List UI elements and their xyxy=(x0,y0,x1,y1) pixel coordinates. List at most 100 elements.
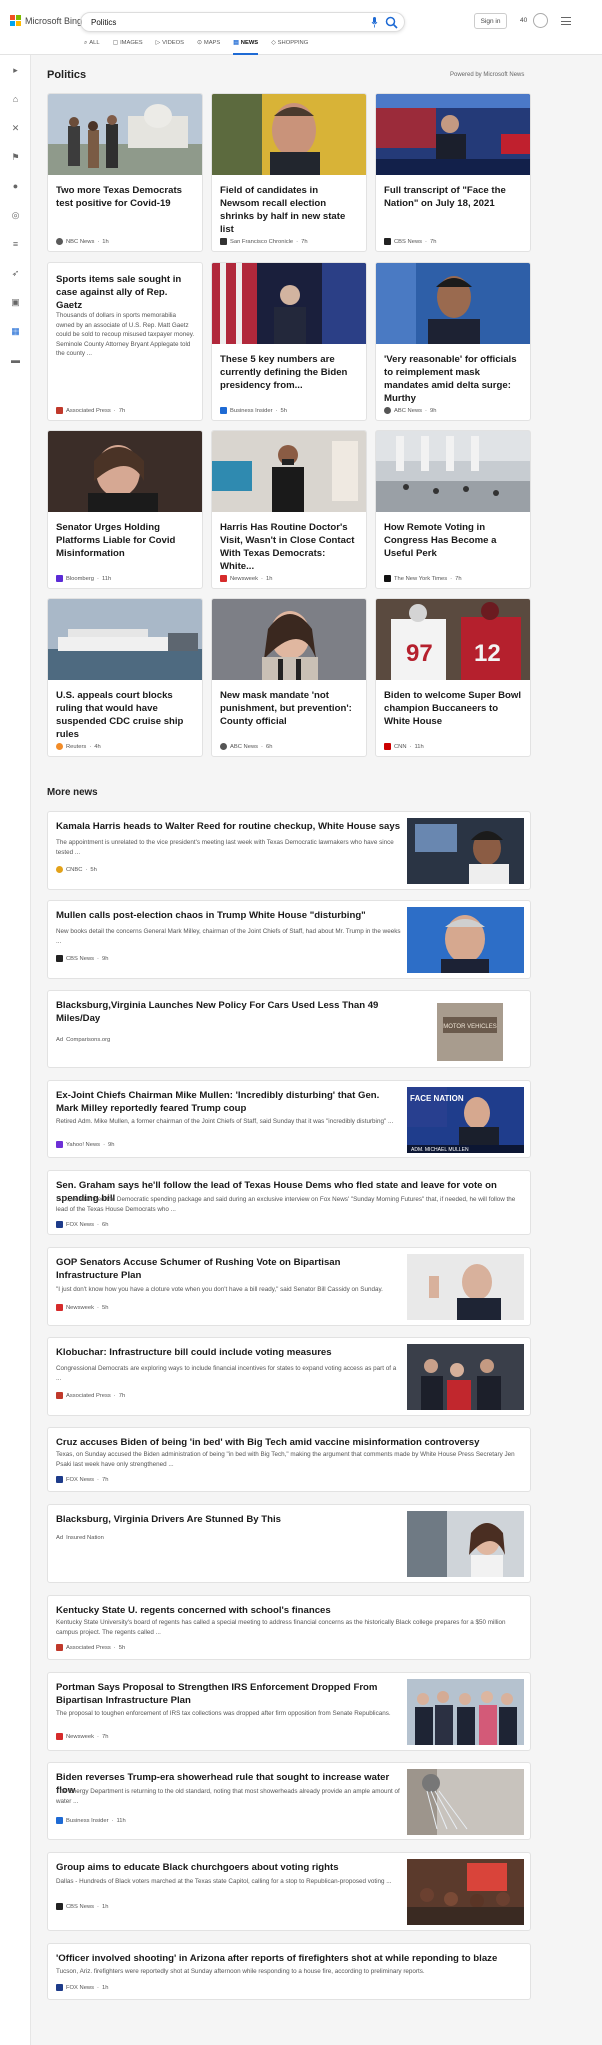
tab-maps[interactable]: ⊙ MAPS xyxy=(197,40,220,55)
tab-news[interactable]: ▤ NEWS xyxy=(233,40,258,55)
search-icon[interactable] xyxy=(385,16,398,29)
list-item[interactable]: Klobuchar: Infrastructure bill could inc… xyxy=(47,1337,531,1416)
murthy-image xyxy=(376,263,530,344)
expand-arrow-icon[interactable]: ▸ xyxy=(10,65,21,76)
news-card[interactable]: Senator Urges Holding Platforms Liable f… xyxy=(47,430,203,589)
globe-icon[interactable]: ◎ xyxy=(10,210,21,221)
news-card[interactable]: Full transcript of "Face the Nation" on … xyxy=(375,93,531,252)
list-item[interactable]: Kamala Harris heads to Walter Reed for r… xyxy=(47,811,531,890)
source-logo-icon xyxy=(56,1304,63,1311)
left-rail: ▸ ⌂ ✕ ⚑ ● ◎ ≡ ➶ ▣ ▦ ▬ xyxy=(0,55,31,2045)
card-source: Newsweek · 1h xyxy=(220,575,272,582)
klobuchar-thumbnail xyxy=(407,1344,524,1410)
ad-item[interactable]: Blacksburg,Virginia Launches New Policy … xyxy=(47,990,531,1068)
mullen-thumbnail xyxy=(407,907,524,973)
card-title: U.S. appeals court blocks ruling that wo… xyxy=(56,690,184,740)
list-item[interactable]: Kentucky State U. regents concerned with… xyxy=(47,1595,531,1660)
search-tabs: ⌕ ALL ▢ IMAGES ▷ VIDEOS ⊙ MAPS ▤ NEWS ◇ SHOPPI… xyxy=(84,40,308,55)
list-item[interactable]: Sen. Graham says he'll follow the lead o… xyxy=(47,1170,531,1235)
item-snippet: Retired Adm. Mike Mullen, a former chair… xyxy=(56,1118,394,1125)
rocket-icon[interactable]: ➶ xyxy=(10,268,21,279)
news-card[interactable]: These 5 key numbers are currently defini… xyxy=(211,262,367,421)
news-card[interactable]: New mask mandate 'not punishment, but pr… xyxy=(211,598,367,757)
list-item[interactable]: Group aims to educate Black churchgoers … xyxy=(47,1852,531,1931)
money-icon[interactable]: ▬ xyxy=(10,355,21,366)
card-source: Bloomberg · 11h xyxy=(56,575,111,582)
source-logo-icon xyxy=(56,238,63,245)
sign-in-button[interactable]: Sign in xyxy=(474,13,507,29)
source-logo-icon xyxy=(56,866,63,873)
news-card[interactable]: Field of candidates in Newsom recall ele… xyxy=(211,93,367,252)
microphone-icon[interactable] xyxy=(371,17,378,28)
card-title: Senator Urges Holding Platforms Liable f… xyxy=(56,522,176,559)
list-item[interactable]: Portman Says Proposal to Strengthen IRS … xyxy=(47,1672,531,1751)
item-snippet: The appointment is unrelated to the vice… xyxy=(56,839,394,856)
news-card[interactable]: 'Very reasonable' for officials to reimp… xyxy=(375,262,531,421)
bing-logo[interactable]: Microsoft Bing xyxy=(10,15,82,26)
list-item[interactable]: Mullen calls post-election chaos in Trum… xyxy=(47,900,531,979)
search-box[interactable]: Politics xyxy=(80,12,405,32)
source-logo-icon xyxy=(384,743,391,750)
card-title: 'Very reasonable' for officials to reimp… xyxy=(384,354,517,404)
rewards-points[interactable]: 40 xyxy=(520,17,527,24)
item-snippet: "I just don't know how you have a clotur… xyxy=(56,1286,383,1293)
list-item[interactable]: Ex-Joint Chiefs Chairman Mike Mullen: 'I… xyxy=(47,1080,531,1158)
flag-icon[interactable]: ⚑ xyxy=(10,152,21,163)
location-icon[interactable]: ● xyxy=(10,181,21,192)
card-title: Two more Texas Democrats test positive f… xyxy=(56,185,183,209)
ad-label: Ad xyxy=(56,1037,64,1043)
list-item[interactable]: GOP Senators Accuse Schumer of Rushing V… xyxy=(47,1247,531,1326)
source-logo-icon xyxy=(56,1392,63,1399)
news-card[interactable]: Harris Has Routine Doctor's Visit, Wasn'… xyxy=(211,430,367,589)
news-card[interactable]: 97 12 Biden to welcome Super Bowl champio… xyxy=(375,598,531,757)
source-logo-icon xyxy=(56,1476,63,1483)
item-title: Kamala Harris heads to Walter Reed for r… xyxy=(56,821,401,832)
item-snippet: Texas, on Sunday accused the Biden admin… xyxy=(56,1451,515,1468)
search-input[interactable]: Politics xyxy=(91,18,116,27)
source-logo-icon xyxy=(56,575,63,582)
rewards-trophy-icon[interactable] xyxy=(533,13,548,28)
item-snippet: The proposal to toughen enforcement of I… xyxy=(56,1710,391,1717)
tab-images[interactable]: ▢ IMAGES xyxy=(113,40,143,55)
item-source: CNBC · 5h xyxy=(56,866,97,873)
klobuchar-image xyxy=(48,431,202,512)
source-logo-icon xyxy=(56,1644,63,1651)
capitol-steps-image xyxy=(376,431,530,512)
chart-icon[interactable]: ≡ xyxy=(10,239,21,250)
source-logo-icon xyxy=(220,238,227,245)
item-source: CBS News · 1h xyxy=(56,1903,108,1910)
list-item[interactable]: Biden reverses Trump-era showerhead rule… xyxy=(47,1762,531,1840)
ad-item[interactable]: Blacksburg, Virginia Drivers Are Stunned… xyxy=(47,1504,531,1583)
motor-vehicles-sign-image: MOTOR VEHICLES xyxy=(407,997,524,1063)
buccaneers-image: 97 12 xyxy=(376,599,530,680)
item-title: Klobuchar: Infrastructure bill could inc… xyxy=(56,1347,332,1358)
tab-all[interactable]: ⌕ ALL xyxy=(84,40,100,55)
news-card[interactable]: U.S. appeals court blocks ruling that wo… xyxy=(47,598,203,757)
film-icon[interactable]: ▣ xyxy=(10,297,21,308)
source-logo-icon xyxy=(220,407,227,414)
tab-shopping[interactable]: ◇ SHOPPING xyxy=(271,40,308,55)
news-card[interactable]: Two more Texas Democrats test positive f… xyxy=(47,93,203,252)
card-source: CNN · 11h xyxy=(384,743,424,750)
news-card[interactable]: Sports items sale sought in case against… xyxy=(47,262,203,421)
item-source: Associated Press · 5h xyxy=(56,1644,125,1651)
list-item[interactable]: Cruz accuses Biden of being 'in bed' wit… xyxy=(47,1427,531,1492)
item-source: CBS News · 9h xyxy=(56,955,108,962)
face-the-nation-thumbnail: FACE NATION ADM. MICHAEL MULLEN xyxy=(407,1087,524,1153)
card-source: CBS News · 7h xyxy=(384,238,436,245)
politics-icon[interactable]: ▦ xyxy=(10,326,21,337)
trending-icon[interactable]: ✕ xyxy=(10,123,21,134)
item-snippet: New books detail the concerns General Ma… xyxy=(56,928,401,945)
card-source: NBC News · 1h xyxy=(56,238,109,245)
image-icon: ▢ xyxy=(112,40,119,46)
list-item[interactable]: 'Officer involved shooting' in Arizona a… xyxy=(47,1943,531,2000)
tab-videos[interactable]: ▷ VIDEOS xyxy=(156,40,184,55)
source-logo-icon xyxy=(56,1984,63,1991)
news-card[interactable]: How Remote Voting in Congress Has Become… xyxy=(375,430,531,589)
search-icon: ⌕ xyxy=(84,40,88,46)
hamburger-menu-icon[interactable] xyxy=(561,17,571,25)
item-source: Business Insider · 11h xyxy=(56,1817,126,1824)
harris-image xyxy=(212,431,366,512)
biden-flags-image xyxy=(212,263,366,344)
home-icon[interactable]: ⌂ xyxy=(10,94,21,105)
